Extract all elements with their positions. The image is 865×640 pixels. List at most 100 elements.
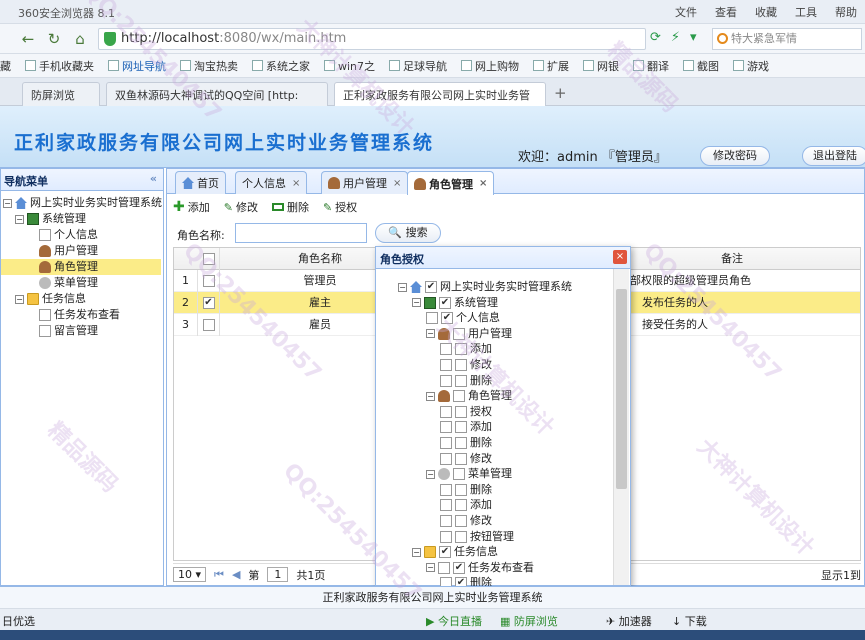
download-button[interactable]: ↓ 下载 xyxy=(672,613,707,629)
permission-node[interactable]: 删除 xyxy=(440,482,492,498)
permission-checkbox[interactable] xyxy=(453,327,465,340)
fav-item[interactable]: win7之 xyxy=(324,58,375,74)
fav-item[interactable]: 网上购物 xyxy=(461,58,519,74)
fav-item[interactable]: 足球导航 xyxy=(389,58,447,74)
collapse-toggle-icon[interactable]: − xyxy=(412,547,421,557)
tree-item-messages[interactable]: 留言管理 xyxy=(39,323,98,339)
permission-node[interactable]: 授权 xyxy=(440,404,492,420)
browser-tab-active[interactable]: 正利家政服务有限公司网上实时业务管 xyxy=(334,82,546,107)
new-tab-icon[interactable]: + xyxy=(554,84,567,102)
page-input[interactable]: 1 xyxy=(267,567,289,582)
tab-profile[interactable]: 个人信息 × xyxy=(235,171,308,194)
row-checkbox[interactable] xyxy=(198,270,220,292)
fav-item[interactable]: 淘宝热卖 xyxy=(180,58,238,74)
scrollbar[interactable] xyxy=(613,269,629,585)
permission-checkbox[interactable]: ✔ xyxy=(453,561,465,574)
refresh-icon[interactable]: ↻ xyxy=(44,29,64,49)
tree-item-menus[interactable]: 菜单管理 xyxy=(39,275,98,291)
search-input[interactable]: 特大紧急军情 xyxy=(712,28,862,50)
accelerator-button[interactable]: ✈ 加速器 xyxy=(606,613,652,629)
dropdown-icon[interactable]: ▾ xyxy=(690,30,697,45)
permission-node[interactable]: − 菜单管理 xyxy=(426,466,512,482)
permission-checkbox[interactable] xyxy=(453,468,465,481)
permission-node[interactable]: 修改 xyxy=(440,357,492,373)
role-name-input[interactable] xyxy=(235,223,367,243)
permission-checkbox[interactable] xyxy=(455,421,467,434)
menu-tools[interactable]: 工具 xyxy=(795,4,817,20)
delete-button[interactable]: 删除 xyxy=(271,199,309,215)
menu-help[interactable]: 帮助 xyxy=(835,4,857,20)
first-page-icon[interactable]: ⏮ xyxy=(214,568,224,582)
row-checkbox[interactable]: ✔ xyxy=(198,292,220,314)
collapse-toggle-icon[interactable]: − xyxy=(398,282,407,292)
fav-item[interactable]: 藏 xyxy=(0,58,11,74)
fav-item[interactable]: 网银 xyxy=(583,58,619,74)
collapse-toggle-icon[interactable]: − xyxy=(426,329,435,339)
permission-node[interactable]: 添加 xyxy=(440,341,492,357)
permission-node[interactable]: − 用户管理 xyxy=(426,326,512,342)
speed-icon[interactable]: ⟳ xyxy=(650,30,661,45)
permission-node[interactable]: − ✔ 系统管理 xyxy=(412,295,498,311)
permission-checkbox[interactable]: ✔ xyxy=(441,312,453,325)
permission-checkbox[interactable] xyxy=(455,530,467,543)
add-button[interactable]: ✚ 添加 xyxy=(173,199,210,215)
authorize-button[interactable]: ✎ 授权 xyxy=(323,199,357,215)
permission-checkbox[interactable] xyxy=(455,483,467,496)
fav-item[interactable]: 翻译 xyxy=(633,58,669,74)
permission-node[interactable]: 按钮管理 xyxy=(440,529,514,545)
tree-item-task-publish[interactable]: 任务发布查看 xyxy=(39,307,120,323)
menu-view[interactable]: 查看 xyxy=(715,4,737,20)
prev-page-icon[interactable]: ◀ xyxy=(232,568,240,581)
permission-checkbox[interactable] xyxy=(455,374,467,387)
permission-node[interactable]: 修改 xyxy=(440,513,492,529)
fav-item[interactable]: 扩展 xyxy=(533,58,569,74)
permission-checkbox[interactable] xyxy=(455,343,467,356)
permission-checkbox[interactable] xyxy=(455,437,467,449)
permission-checkbox[interactable] xyxy=(455,452,467,465)
permission-checkbox[interactable] xyxy=(453,390,465,403)
permission-node[interactable]: 删除 xyxy=(440,435,492,451)
permission-node[interactable]: − ✔ 任务发布查看 xyxy=(426,560,534,576)
permission-node[interactable]: 添加 xyxy=(440,419,492,435)
collapse-toggle-icon[interactable]: − xyxy=(426,563,435,573)
select-all-checkbox[interactable] xyxy=(198,248,220,270)
fav-item[interactable]: 游戏 xyxy=(733,58,769,74)
tree-item-profile[interactable]: 个人信息 xyxy=(39,227,98,243)
permission-checkbox[interactable]: ✔ xyxy=(425,281,437,293)
permission-checkbox[interactable]: ✔ xyxy=(439,546,451,559)
search-button[interactable]: 🔍 搜索 xyxy=(375,223,441,243)
tree-system[interactable]: − 系统管理 xyxy=(15,211,86,227)
menu-file[interactable]: 文件 xyxy=(675,4,697,20)
tree-root[interactable]: − 网上实时业务实时管理系统 xyxy=(3,195,162,211)
fav-item[interactable]: 网址导航 xyxy=(108,58,166,74)
permission-node[interactable]: − 角色管理 xyxy=(426,388,512,404)
permission-node[interactable]: 修改 xyxy=(440,451,492,467)
change-password-button[interactable]: 修改密码 xyxy=(700,146,770,166)
status-left[interactable]: 日优选 xyxy=(2,613,35,629)
anti-screen-button[interactable]: ▦ 防屏浏览 xyxy=(500,613,558,629)
permission-checkbox[interactable] xyxy=(455,405,467,418)
close-icon[interactable]: × xyxy=(613,250,627,264)
row-checkbox[interactable] xyxy=(198,314,220,336)
live-button[interactable]: ▶ 今日直播 xyxy=(426,613,482,629)
permission-checkbox[interactable] xyxy=(455,359,467,371)
permission-node[interactable]: − ✔ 网上实时业务实时管理系统 xyxy=(398,279,572,295)
permission-node[interactable]: − ✔ 任务信息 xyxy=(412,544,498,560)
tab-home[interactable]: 首页 xyxy=(175,171,226,194)
fav-item[interactable]: 截图 xyxy=(683,58,719,74)
tree-task[interactable]: − 任务信息 xyxy=(15,291,86,307)
back-icon[interactable]: ← xyxy=(18,29,38,49)
permission-checkbox[interactable]: ✔ xyxy=(439,296,451,309)
logout-button[interactable]: 退出登陆 xyxy=(802,146,865,166)
edit-button[interactable]: ✎ 修改 xyxy=(224,199,258,215)
fav-item[interactable]: 系统之家 xyxy=(252,58,310,74)
permission-checkbox[interactable] xyxy=(455,515,467,527)
permission-checkbox[interactable] xyxy=(455,499,467,512)
fav-item[interactable]: 手机收藏夹 xyxy=(25,58,94,74)
home-icon[interactable]: ⌂ xyxy=(70,29,90,49)
col-note[interactable]: 备注 xyxy=(604,248,860,270)
collapse-toggle-icon[interactable]: − xyxy=(426,391,435,401)
permission-node[interactable]: ✔ 个人信息 xyxy=(426,310,500,326)
lightning-icon[interactable]: ⚡ xyxy=(671,30,680,45)
tree-item-users[interactable]: 用户管理 xyxy=(39,243,98,259)
